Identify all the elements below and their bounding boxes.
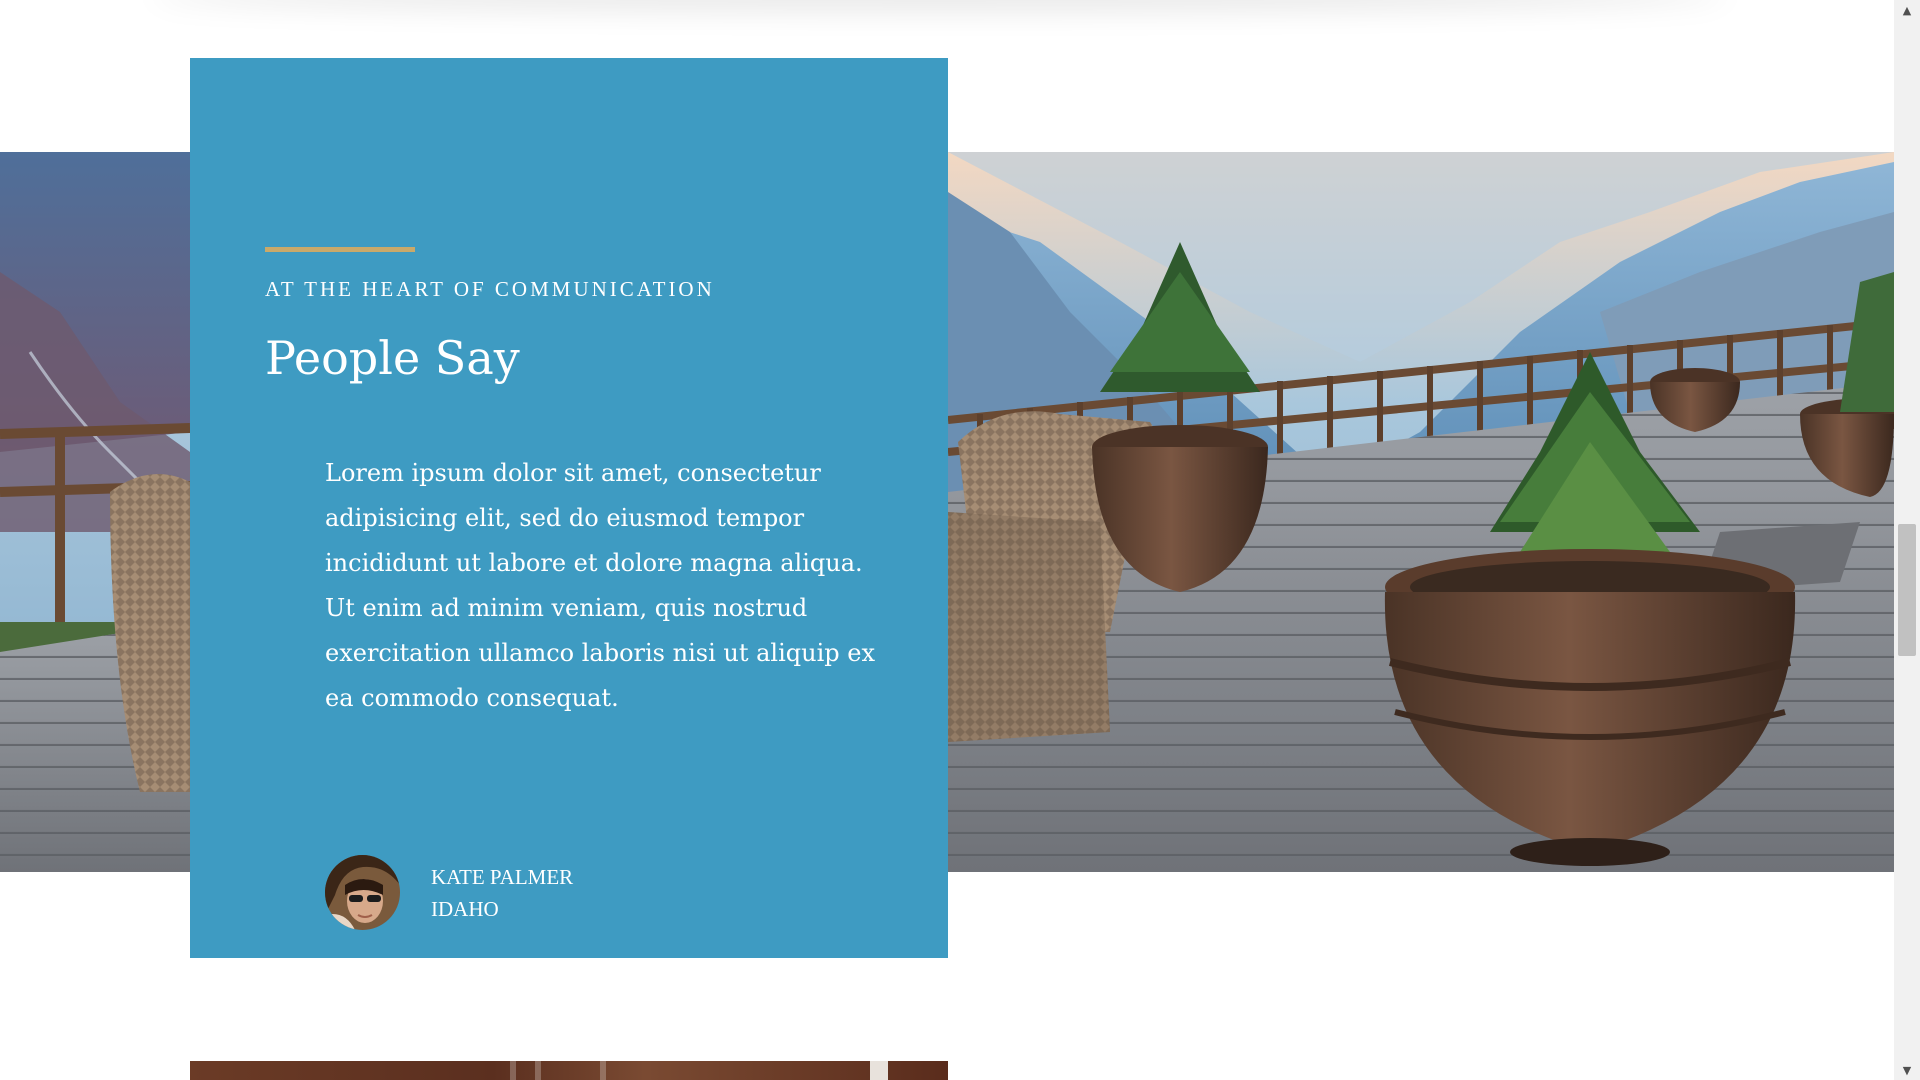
section-kicker: AT THE HEART OF COMMUNICATION (265, 277, 715, 301)
testimonial-author: KATE PALMER IDAHO (325, 855, 573, 930)
testimonial-quote: Lorem ipsum dolor sit amet, consectetur … (325, 459, 875, 712)
avatar (325, 855, 400, 930)
triangle-down-icon[interactable]: ▼ (1894, 1060, 1920, 1080)
strip-highlight (600, 1061, 606, 1080)
avatar-photo (325, 855, 400, 930)
strip-highlight (870, 1061, 888, 1080)
vertical-scrollbar[interactable]: ▲ ▼ (1894, 0, 1920, 1080)
page: AT THE HEART OF COMMUNICATION People Say… (0, 0, 1920, 1080)
section-title: People Say (265, 331, 520, 385)
author-info: KATE PALMER IDAHO (431, 861, 573, 925)
accent-rule (265, 247, 415, 252)
next-section-image (190, 1061, 948, 1080)
testimonial-card: AT THE HEART OF COMMUNICATION People Say… (190, 58, 948, 958)
author-name: KATE PALMER (431, 864, 574, 889)
author-location: IDAHO (431, 896, 499, 921)
triangle-up-icon[interactable]: ▲ (1894, 0, 1920, 20)
strip-highlight (510, 1061, 516, 1080)
strip-highlight (535, 1061, 541, 1080)
scrollbar-thumb[interactable] (1898, 524, 1916, 656)
